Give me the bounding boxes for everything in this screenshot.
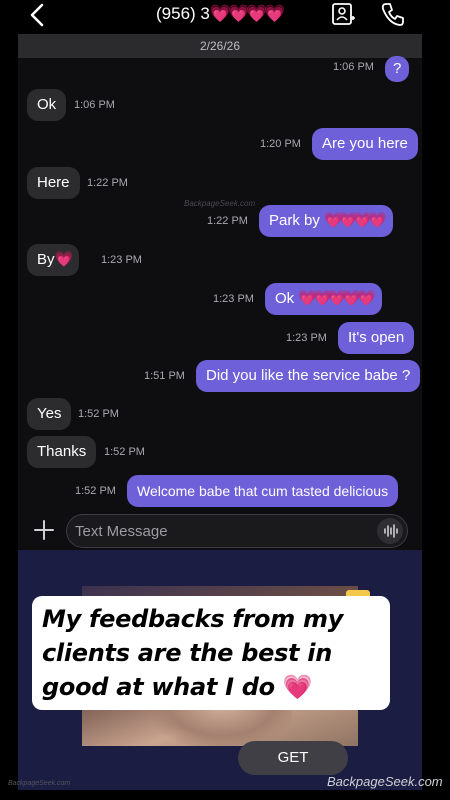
site-watermark: BackpageSeek.com	[327, 774, 443, 789]
message-text: Are you here	[322, 135, 408, 152]
message-input[interactable]	[66, 514, 408, 548]
message-time: 1:52 PM	[75, 485, 116, 497]
heart-emoji: 💗💗💗💗	[324, 212, 387, 229]
message-time: 1:51 PM	[144, 370, 185, 382]
outgoing-message[interactable]: Ok 💗💗💗💗💗	[265, 283, 382, 315]
message-text: Ok	[37, 96, 57, 113]
message-text: Ok	[275, 290, 299, 307]
message-thread[interactable]: 2/26/26 1:06 PM ? Ok 1:06 PM 1:20 PM Are…	[18, 34, 422, 550]
message-time: 1:52 PM	[104, 446, 145, 458]
heart-emoji: 💗💗💗💗💗	[298, 290, 375, 307]
outgoing-message[interactable]: Are you here	[312, 128, 418, 160]
add-contact-icon[interactable]	[331, 1, 355, 27]
message-text: Did you like the service babe ?	[206, 367, 411, 384]
message-text: Welcome babe that cum tasted delicious	[137, 483, 389, 499]
phone-icon[interactable]	[380, 1, 406, 27]
message-time: 1:22 PM	[87, 177, 128, 189]
message-time: 1:23 PM	[213, 293, 254, 305]
contact-hearts: 💗💗💗💗	[209, 4, 286, 23]
message-time: 1:23 PM	[286, 332, 327, 344]
bottom-bar	[0, 790, 450, 800]
outgoing-message[interactable]: It's open	[338, 322, 415, 354]
message-text: By	[37, 251, 55, 268]
outgoing-message[interactable]: ?	[385, 56, 410, 82]
message-time: 1:22 PM	[207, 215, 248, 227]
get-button[interactable]: GET	[238, 741, 348, 775]
contact-number: (956) 3	[156, 4, 210, 23]
message-text: Here	[37, 174, 70, 191]
outgoing-message[interactable]: Welcome babe that cum tasted delicious	[127, 475, 399, 507]
message-time: 1:06 PM	[74, 99, 115, 111]
feedback-text: My feedbacks from my clients are the bes…	[42, 602, 380, 704]
outgoing-message[interactable]: Park by 💗💗💗💗	[259, 205, 393, 237]
incoming-message[interactable]: Ok	[27, 89, 67, 121]
site-watermark-small: BackpageSeek.com	[8, 780, 71, 787]
message-text: Yes	[37, 405, 62, 422]
message-time: 1:20 PM	[260, 138, 301, 150]
conversation-header: (956) 3💗💗💗💗	[0, 0, 450, 34]
feedback-card: My feedbacks from my clients are the bes…	[32, 596, 390, 710]
voice-wave-icon[interactable]	[377, 518, 403, 544]
contact-title[interactable]: (956) 3💗💗💗💗	[156, 4, 286, 24]
phone-screen: (956) 3💗💗💗💗 2/26/26 1:06 PM ? Ok 1:06 PM…	[0, 0, 450, 800]
plus-icon[interactable]	[32, 518, 56, 542]
message-text: Thanks	[37, 443, 87, 460]
incoming-message[interactable]: By💗	[27, 244, 80, 276]
incoming-message[interactable]: Yes	[27, 398, 72, 430]
message-text: It's open	[348, 329, 405, 346]
message-time: 1:52 PM	[78, 408, 119, 420]
message-text: Park by	[269, 212, 325, 229]
message-time: 1:23 PM	[101, 254, 142, 266]
incoming-message[interactable]: Here	[27, 167, 80, 199]
heart-emoji: 💗	[54, 251, 74, 268]
message-text: ?	[393, 60, 402, 77]
incoming-message[interactable]: Thanks	[27, 436, 97, 468]
heart-emoji: 💗	[282, 673, 313, 701]
message-composer	[18, 512, 422, 550]
outgoing-message[interactable]: Did you like the service babe ?	[196, 360, 421, 392]
chevron-left-icon[interactable]	[26, 2, 50, 28]
message-time: 1:06 PM	[333, 61, 374, 73]
